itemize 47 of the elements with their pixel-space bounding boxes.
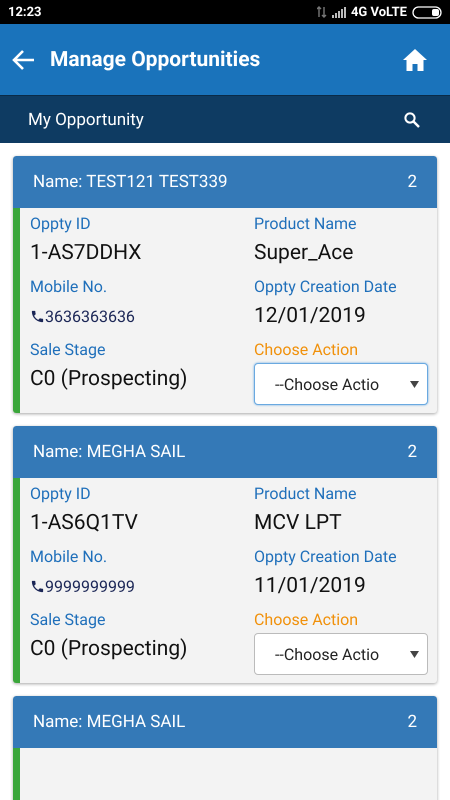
opportunity-count: 2 <box>407 442 417 462</box>
data-arrows-icon <box>316 6 327 18</box>
customer-name: Name: MEGHA SAIL <box>33 712 186 732</box>
customer-name: Name: TEST121 TEST339 <box>33 172 229 192</box>
field-label: Mobile No. <box>30 277 108 296</box>
field-value: C0 (Prospecting) <box>30 637 188 661</box>
opportunity-card[interactable]: Name: MEGHA SAIL 2 <box>13 696 437 800</box>
field-label: Oppty Creation Date <box>254 277 397 296</box>
field-label: Oppty ID <box>30 484 91 503</box>
opportunity-count: 2 <box>407 172 417 192</box>
page-title: Manage Opportunities <box>50 48 262 72</box>
field-value: 1-AS7DDHX <box>30 241 142 265</box>
field-value: 1-AS6Q1TV <box>30 511 138 535</box>
field-label: Sale Stage <box>30 340 106 359</box>
field-value: MCV LPT <box>254 511 342 535</box>
phone-icon <box>30 578 45 594</box>
field-label: Oppty ID <box>30 214 91 233</box>
field-value: 12/01/2019 <box>254 304 366 328</box>
field-value: C0 (Prospecting) <box>30 367 188 391</box>
field-label: Sale Stage <box>30 610 106 629</box>
customer-name: Name: MEGHA SAIL <box>33 442 186 462</box>
field-label: Mobile No. <box>30 547 108 566</box>
field-label: Oppty Creation Date <box>254 547 397 566</box>
home-icon[interactable] <box>402 48 428 72</box>
field-value: Super_Ace <box>254 241 354 265</box>
opportunity-card[interactable]: Name: MEGHA SAIL 2 Oppty ID 1-AS6Q1TV Product Name MCV LPT Mobile No. 9999999999 Oppty Creation Date 11/01/2019 Sale Stage C0 (Prospecting) Choose Action --Choose Actio <box>13 426 437 683</box>
phone-number[interactable]: 9999999999 <box>30 570 254 602</box>
phone-icon <box>30 308 45 324</box>
action-dropdown[interactable]: --Choose Actio <box>254 633 428 675</box>
search-icon[interactable] <box>404 112 420 128</box>
field-label: Choose Action <box>254 340 358 359</box>
field-value: 11/01/2019 <box>254 574 366 598</box>
action-dropdown[interactable]: --Choose Actio <box>254 363 428 405</box>
field-label: Product Name <box>254 484 357 503</box>
field-label: Product Name <box>254 214 357 233</box>
caret-icon <box>410 650 419 658</box>
phone-number[interactable]: 3636363636 <box>30 300 254 332</box>
caret-icon <box>410 380 419 388</box>
status-time: 12:23 <box>8 4 42 20</box>
back-arrow-icon[interactable] <box>12 48 36 70</box>
section-title: My Opportunity <box>28 110 145 130</box>
network-label: 4G VoLTE <box>350 4 407 20</box>
field-label: Choose Action <box>254 610 358 629</box>
signal-icon <box>332 6 346 18</box>
battery-icon <box>412 6 442 18</box>
opportunity-card[interactable]: Name: TEST121 TEST339 2 Oppty ID 1-AS7DDHX Product Name Super_Ace Mobile No. 3636363636 Oppty Creation Date 12/01/2019 Sale Stage C0 (Prospecting) Choose Action --Choose Actio <box>13 156 437 413</box>
opportunity-count: 2 <box>407 712 417 732</box>
